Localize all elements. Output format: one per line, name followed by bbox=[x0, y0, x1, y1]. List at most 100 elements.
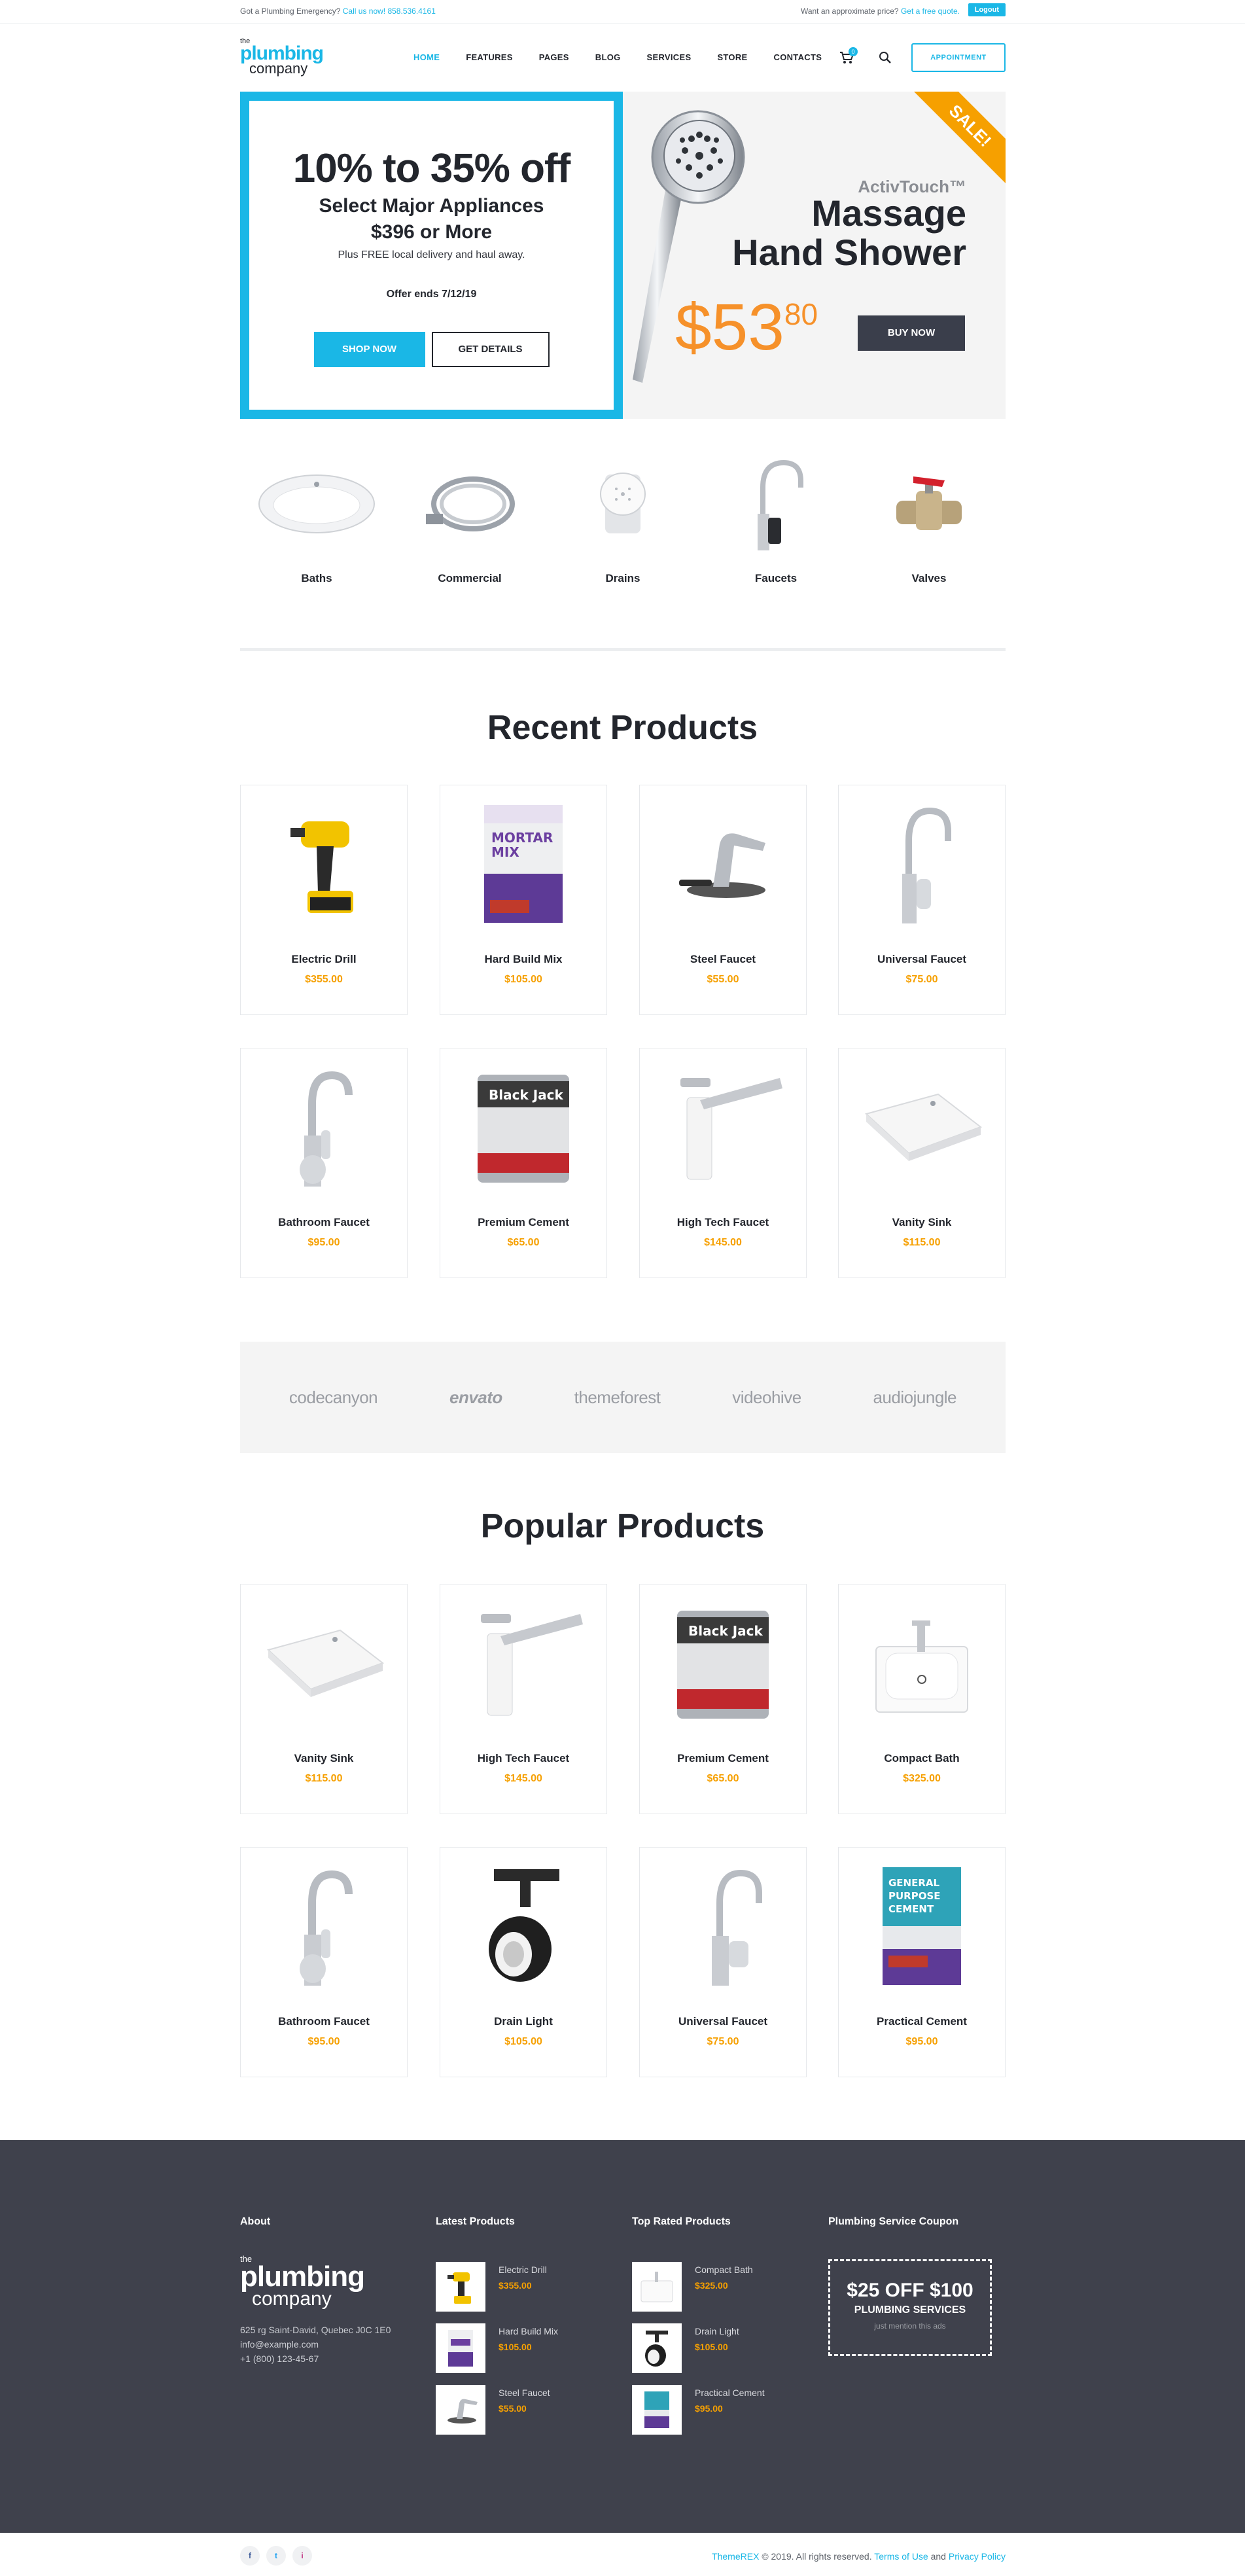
brand-audiojungle[interactable]: audiojungle bbox=[873, 1387, 957, 1408]
footer-product-item[interactable]: Steel Faucet $55.00 bbox=[436, 2385, 619, 2435]
product-card[interactable]: Black Jack Premium Cement $65.00 bbox=[440, 1048, 607, 1278]
nav-features[interactable]: FEATURES bbox=[466, 52, 513, 62]
footer-product-price: $95.00 bbox=[695, 2403, 723, 2414]
product-name[interactable]: Steel Faucet bbox=[640, 953, 806, 966]
instagram-icon[interactable]: i bbox=[292, 2546, 312, 2566]
product-card[interactable]: High Tech Faucet $145.00 bbox=[440, 1584, 607, 1814]
footer-product-name[interactable]: Hard Build Mix bbox=[499, 2326, 558, 2336]
product-name[interactable]: Vanity Sink bbox=[839, 1216, 1005, 1229]
product-card[interactable]: Bathroom Faucet $95.00 bbox=[240, 1048, 408, 1278]
product-name[interactable]: Universal Faucet bbox=[839, 953, 1005, 966]
footer-product-name[interactable]: Steel Faucet bbox=[499, 2388, 550, 2398]
nav-home[interactable]: HOME bbox=[413, 52, 440, 62]
nav-pages[interactable]: PAGES bbox=[539, 52, 569, 62]
product-card[interactable]: Compact Bath $325.00 bbox=[838, 1584, 1006, 1814]
brand-videohive[interactable]: videohive bbox=[732, 1387, 801, 1408]
footer-logo[interactable]: the plumbing company bbox=[240, 2254, 423, 2309]
brand-envato[interactable]: envato bbox=[449, 1387, 502, 1408]
product-name[interactable]: Practical Cement bbox=[839, 2015, 1005, 2028]
nav-services[interactable]: SERVICES bbox=[647, 52, 692, 62]
product-card[interactable]: Vanity Sink $115.00 bbox=[838, 1048, 1006, 1278]
quote-link[interactable]: Get a free quote. bbox=[901, 7, 960, 16]
call-link[interactable]: Call us now! 858.536.4161 bbox=[343, 7, 436, 16]
appointment-button[interactable]: APPOINTMENT bbox=[911, 43, 1006, 72]
product-card[interactable]: Drain Light $105.00 bbox=[440, 1847, 607, 2077]
search-icon[interactable] bbox=[879, 51, 892, 64]
footer-product-name[interactable]: Drain Light bbox=[695, 2326, 739, 2336]
category-baths[interactable]: Baths bbox=[240, 452, 393, 602]
logo[interactable]: the plumbing company bbox=[240, 38, 332, 77]
footer-product-item[interactable]: Electric Drill $355.00 bbox=[436, 2262, 619, 2312]
category-label: Drains bbox=[605, 572, 640, 584]
buy-now-button[interactable]: BUY NOW bbox=[858, 315, 965, 351]
brand-themeforest[interactable]: themeforest bbox=[574, 1387, 661, 1408]
product-name[interactable]: Vanity Sink bbox=[241, 1752, 407, 1765]
footer-product-item[interactable]: Hard Build Mix $105.00 bbox=[436, 2323, 619, 2373]
product-price: $145.00 bbox=[504, 1773, 542, 1784]
product-name[interactable]: Compact Bath bbox=[839, 1752, 1005, 1765]
footer-phone[interactable]: +1 (800) 123-45-67 bbox=[240, 2352, 423, 2366]
category-commercial[interactable]: Commercial bbox=[393, 452, 546, 602]
offer-ends: Offer ends 7/12/19 bbox=[386, 289, 477, 300]
partner-brands: codecanyon envato themeforest videohive … bbox=[240, 1342, 1006, 1453]
product-name[interactable]: Bathroom Faucet bbox=[241, 1216, 407, 1229]
top-bar: Got a Plumbing Emergency? Call us now! 8… bbox=[0, 0, 1245, 24]
product-name[interactable]: Hard Build Mix bbox=[440, 953, 606, 966]
product-name[interactable]: Electric Drill bbox=[241, 953, 407, 966]
footer-product-price: $355.00 bbox=[499, 2280, 532, 2291]
coupon-note: just mention this ads bbox=[874, 2321, 946, 2331]
product-name[interactable]: High Tech Faucet bbox=[440, 1752, 606, 1765]
product-price: $95.00 bbox=[307, 2036, 340, 2047]
brand-link[interactable]: ThemeREX bbox=[712, 2551, 759, 2562]
product-card[interactable]: Electric Drill $355.00 bbox=[240, 785, 408, 1015]
category-faucets[interactable]: Faucets bbox=[699, 452, 852, 602]
nav-contacts[interactable]: CONTACTS bbox=[774, 52, 822, 62]
product-name[interactable]: Bathroom Faucet bbox=[241, 2015, 407, 2028]
twitter-icon[interactable]: t bbox=[266, 2546, 286, 2566]
product-card[interactable]: Steel Faucet $55.00 bbox=[639, 785, 807, 1015]
footer-product-item[interactable]: Compact Bath $325.00 bbox=[632, 2262, 815, 2312]
product-card[interactable]: Universal Faucet $75.00 bbox=[639, 1847, 807, 2077]
nav-store[interactable]: STORE bbox=[717, 52, 747, 62]
shop-now-button[interactable]: SHOP NOW bbox=[313, 332, 425, 367]
product-card[interactable]: GENERAL PURPOSE CEMENT Practical Cement $9… bbox=[838, 1847, 1006, 2077]
logout-button[interactable]: Logout bbox=[968, 3, 1006, 16]
footer-product-name[interactable]: Compact Bath bbox=[695, 2264, 753, 2275]
product-name[interactable]: High Tech Faucet bbox=[640, 1216, 806, 1229]
product-name[interactable]: Premium Cement bbox=[440, 1216, 606, 1229]
get-details-button[interactable]: GET DETAILS bbox=[431, 332, 550, 367]
category-label: Valves bbox=[911, 572, 947, 584]
footer-product-price: $105.00 bbox=[499, 2342, 532, 2352]
product-price: $75.00 bbox=[707, 2036, 739, 2047]
product-name[interactable]: Premium Cement bbox=[640, 1752, 806, 1765]
product-card[interactable]: High Tech Faucet $145.00 bbox=[639, 1048, 807, 1278]
product-card[interactable]: MORTAR MIX Hard Build Mix $105.00 bbox=[440, 785, 607, 1015]
nav-blog[interactable]: BLOG bbox=[595, 52, 621, 62]
product-card[interactable]: Universal Faucet $75.00 bbox=[838, 785, 1006, 1015]
faucet-icon bbox=[241, 1048, 407, 1206]
footer-logo-plumbing: plumbing bbox=[240, 2261, 365, 2293]
footer-product-name[interactable]: Practical Cement bbox=[695, 2388, 765, 2398]
sink-icon bbox=[839, 1048, 1005, 1206]
cart-icon[interactable]: 0 bbox=[839, 47, 858, 64]
product-card[interactable]: Vanity Sink $115.00 bbox=[240, 1584, 408, 1814]
category-valves[interactable]: Valves bbox=[852, 452, 1006, 602]
footer-product-item[interactable]: Drain Light $105.00 bbox=[632, 2323, 815, 2373]
product-name[interactable]: Universal Faucet bbox=[640, 2015, 806, 2028]
product-price: $105.00 bbox=[504, 974, 542, 985]
coupon-box[interactable]: $25 OFF $100 PLUMBING SERVICES just ment… bbox=[828, 2259, 992, 2356]
category-drains[interactable]: Drains bbox=[546, 452, 699, 602]
product-name[interactable]: Drain Light bbox=[440, 2015, 606, 2028]
product-price: $115.00 bbox=[305, 1773, 343, 1784]
privacy-link[interactable]: Privacy Policy bbox=[949, 2551, 1006, 2562]
product-price: $95.00 bbox=[905, 2036, 938, 2047]
facebook-icon[interactable]: f bbox=[240, 2546, 260, 2566]
footer-product-price: $55.00 bbox=[499, 2403, 527, 2414]
footer-product-name[interactable]: Electric Drill bbox=[499, 2264, 547, 2275]
terms-link[interactable]: Terms of Use bbox=[874, 2551, 928, 2562]
footer-product-item[interactable]: Practical Cement $95.00 bbox=[632, 2385, 815, 2435]
brand-codecanyon[interactable]: codecanyon bbox=[289, 1387, 378, 1408]
product-card[interactable]: Black Jack Premium Cement $65.00 bbox=[639, 1584, 807, 1814]
product-card[interactable]: Bathroom Faucet $95.00 bbox=[240, 1847, 408, 2077]
footer-email[interactable]: info@example.com bbox=[240, 2337, 423, 2352]
